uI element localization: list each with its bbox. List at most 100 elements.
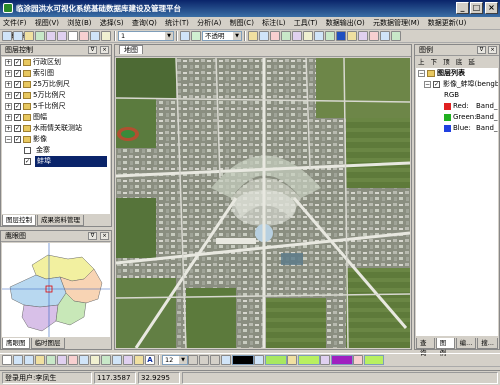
shadow-color-swatch[interactable] (331, 355, 353, 365)
full-extent-icon[interactable] (35, 31, 45, 41)
map-view[interactable] (116, 58, 410, 348)
legend-list-root[interactable]: − 图层列表 (416, 68, 498, 79)
tab-map[interactable]: 地图 (119, 45, 143, 54)
layer-checkbox[interactable]: ✓ (14, 136, 21, 143)
flag-icon[interactable] (270, 31, 280, 41)
tool-icon[interactable] (281, 31, 291, 41)
settings-icon[interactable] (380, 31, 390, 41)
rectangle-tool-icon[interactable] (46, 355, 56, 365)
search-icon[interactable] (314, 31, 324, 41)
help-icon[interactable] (391, 31, 401, 41)
underline-icon[interactable] (210, 355, 220, 365)
text-tool-icon[interactable] (90, 355, 100, 365)
menu-analysis[interactable]: 分析(A) (194, 17, 224, 30)
expand-icon[interactable]: + (5, 81, 12, 88)
move-up-button[interactable]: 上 (416, 58, 427, 66)
layer-checkbox[interactable]: ✓ (14, 59, 21, 66)
export-icon[interactable] (325, 31, 335, 41)
layer-checkbox[interactable]: ✓ (14, 103, 21, 110)
layer-icon[interactable] (180, 31, 190, 41)
layer-checkbox[interactable]: ✓ (14, 114, 21, 121)
delete-icon[interactable] (369, 31, 379, 41)
close-button[interactable]: × (485, 2, 498, 14)
paint-bucket-icon[interactable] (353, 355, 363, 365)
close-icon[interactable]: × (488, 46, 497, 54)
group-icon[interactable] (123, 355, 133, 365)
tab-query[interactable]: 查询 (416, 338, 435, 357)
layer-checkbox[interactable] (24, 147, 31, 154)
zoom-in-icon[interactable] (2, 31, 12, 41)
arrow-tool-icon[interactable] (112, 355, 122, 365)
layer-item[interactable]: + ✓ 5千比例尺 (2, 101, 110, 112)
edit-icon[interactable] (248, 31, 258, 41)
print-icon[interactable] (358, 31, 368, 41)
menu-tools[interactable]: 工具(T) (291, 17, 321, 30)
tab-layer-control[interactable]: 图层控制 (2, 215, 36, 226)
tab-eagle-eye[interactable]: 鹰眼图 (2, 338, 30, 349)
pan-icon[interactable] (24, 31, 34, 41)
legend-layer-item[interactable]: − ✓ 影像_蚌埠(bengb (416, 79, 498, 90)
select-element-icon[interactable] (2, 355, 12, 365)
expand-icon[interactable]: + (5, 114, 12, 121)
move-top-button[interactable]: 顶 (441, 58, 452, 66)
next-view-icon[interactable] (57, 31, 67, 41)
layer-item-selected[interactable]: ✓ 蚌埠 (2, 156, 110, 167)
polygon-tool-icon[interactable] (35, 355, 45, 365)
extend-button[interactable]: 延 (466, 58, 477, 66)
font-size-combo[interactable]: 12 ▼ (162, 355, 188, 365)
italic-icon[interactable] (199, 355, 209, 365)
point-tool-icon[interactable] (79, 355, 89, 365)
layer-item[interactable]: 金寨 (2, 145, 110, 156)
layer-item[interactable]: + ✓ 行政区划 (2, 57, 110, 68)
minimize-button[interactable]: _ (456, 2, 469, 14)
ellipse-tool-icon[interactable] (68, 355, 78, 365)
menu-data-output[interactable]: 数据输出(O) (323, 17, 368, 30)
opacity-combo[interactable]: 不透明 ▼ (202, 31, 242, 41)
menu-mapping[interactable]: 制图(C) (227, 17, 257, 30)
layer-checkbox[interactable]: ✓ (14, 125, 21, 132)
move-bottom-button[interactable]: 底 (454, 58, 465, 66)
menu-statistics[interactable]: 统计(T) (162, 17, 192, 30)
layer-item[interactable]: − ✓ 影像 (2, 134, 110, 145)
identify-icon[interactable] (79, 31, 89, 41)
transparency-icon[interactable] (191, 31, 201, 41)
menu-file[interactable]: 文件(F) (0, 17, 30, 30)
expand-icon[interactable]: + (5, 70, 12, 77)
previous-view-icon[interactable] (46, 31, 56, 41)
layer-checkbox[interactable]: ✓ (14, 92, 21, 99)
menu-view[interactable]: 视图(V) (32, 17, 62, 30)
collapse-icon[interactable]: − (5, 136, 12, 143)
layer-item[interactable]: + ✓ 索引图 (2, 68, 110, 79)
chart-icon[interactable] (292, 31, 302, 41)
curve-tool-icon[interactable] (24, 355, 34, 365)
layer-checkbox[interactable]: ✓ (14, 81, 21, 88)
info-icon[interactable] (336, 31, 346, 41)
menu-select[interactable]: 选择(S) (97, 17, 127, 30)
table-icon[interactable] (303, 31, 313, 41)
refresh-icon[interactable] (90, 31, 100, 41)
layer-item[interactable]: + ✓ 水雨情关联测站 (2, 123, 110, 134)
marker-icon[interactable] (287, 355, 297, 365)
tab-results-management[interactable]: 成果资料管理 (37, 215, 84, 226)
callout-tool-icon[interactable] (101, 355, 111, 365)
link-icon[interactable] (259, 31, 269, 41)
pin-icon[interactable]: ᐁ (88, 46, 97, 54)
menu-data-update[interactable]: 数据更新(U) (425, 17, 470, 30)
expand-icon[interactable]: + (5, 103, 12, 110)
collapse-icon[interactable]: − (424, 81, 431, 88)
close-icon[interactable]: × (100, 46, 109, 54)
overview-map[interactable] (2, 243, 110, 337)
menu-browse[interactable]: 浏览(B) (64, 17, 94, 30)
measure-icon[interactable] (101, 31, 111, 41)
shadow-icon[interactable] (320, 355, 330, 365)
pin-icon[interactable]: ᐁ (88, 232, 97, 240)
bold-icon[interactable] (188, 355, 198, 365)
fill-color-swatch[interactable] (232, 355, 254, 365)
close-icon[interactable]: × (100, 232, 109, 240)
bookmark-icon[interactable] (347, 31, 357, 41)
marker-color-swatch[interactable] (298, 355, 320, 365)
font-color-icon[interactable] (221, 355, 231, 365)
bucket-color-swatch[interactable] (364, 355, 384, 365)
expand-icon[interactable]: + (5, 125, 12, 132)
layer-item[interactable]: + ✓ 图幅 (2, 112, 110, 123)
